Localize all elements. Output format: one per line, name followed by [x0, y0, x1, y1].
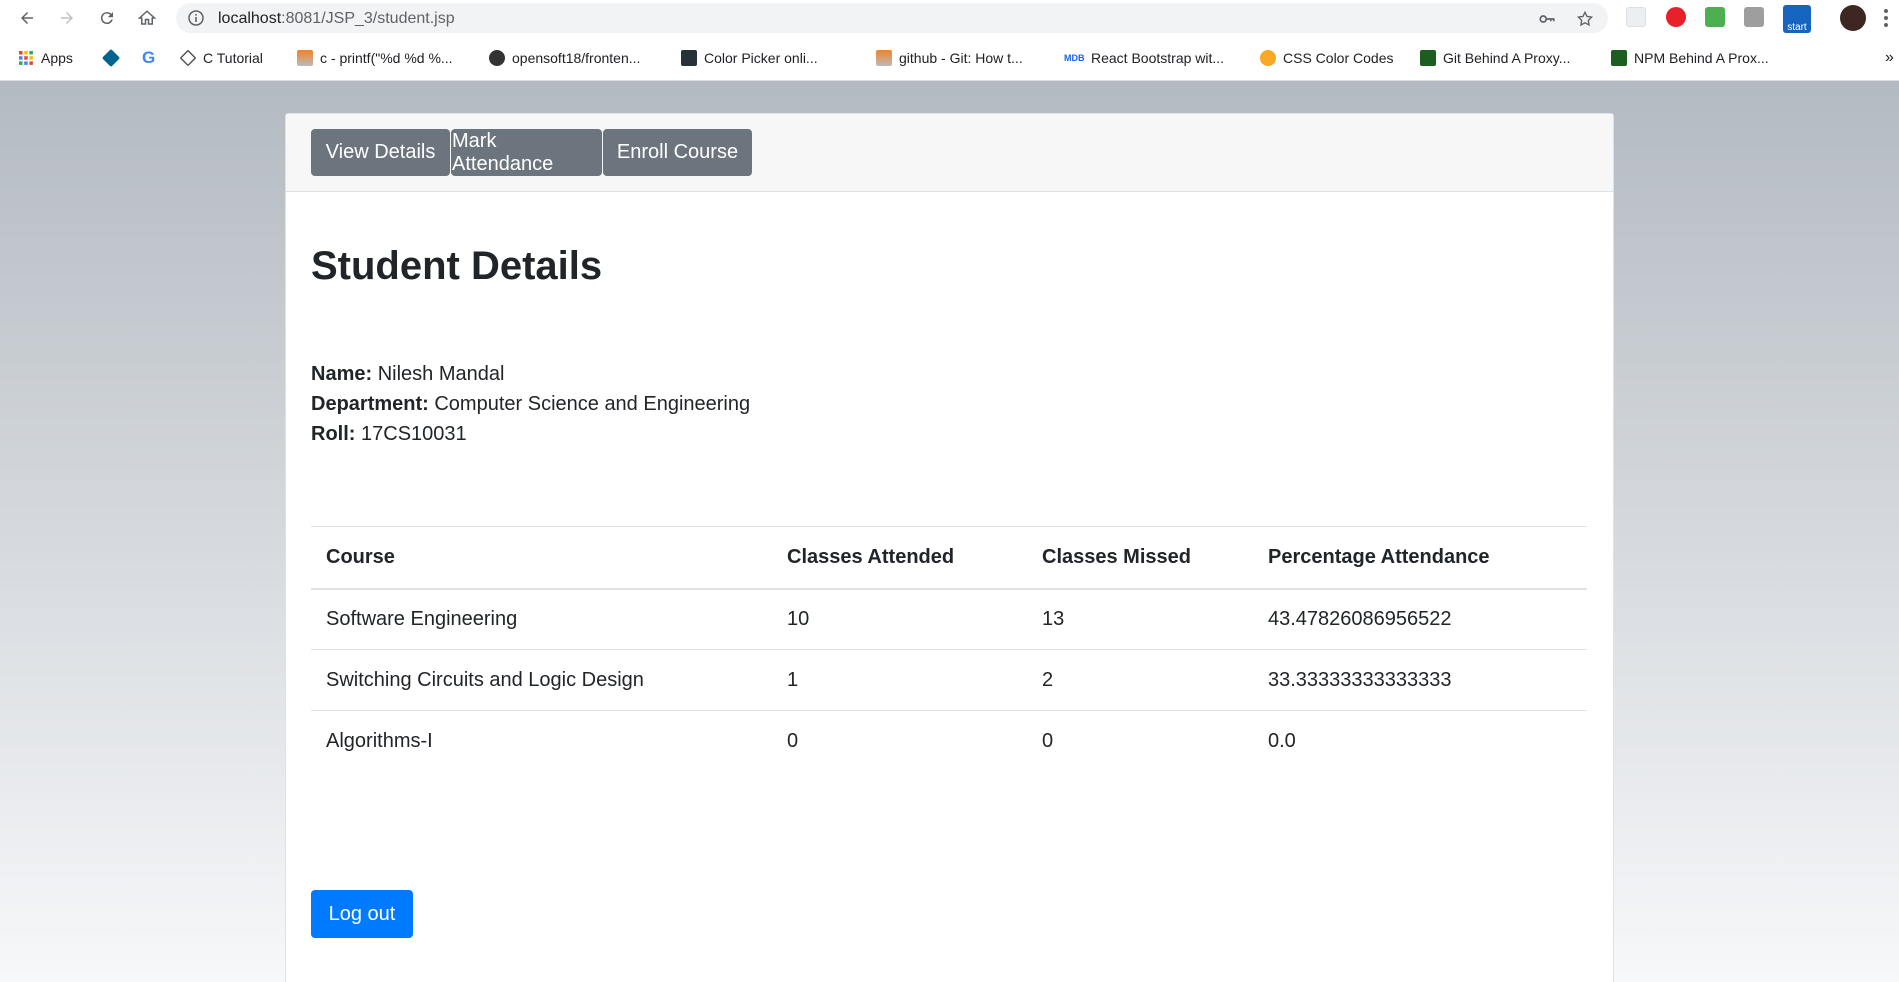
missed-cell: 2 — [1027, 649, 1253, 711]
browser-toolbar: localhost:8081/JSP_3/student.jsp start — [0, 0, 1899, 36]
name-label: Name: — [311, 363, 373, 385]
enroll-course-button[interactable]: Enroll Course — [603, 129, 752, 176]
attended-cell: 10 — [772, 588, 1027, 650]
stackoverflow-icon — [876, 50, 892, 66]
bookmark-label: github - Git: How t... — [899, 50, 1023, 66]
forward-arrow-icon[interactable] — [54, 5, 80, 31]
bookmark-label: c - printf("%d %d %... — [320, 50, 453, 66]
student-roll: 17CS10031 — [361, 423, 467, 445]
bookmark-printf[interactable]: c - printf("%d %d %... — [297, 47, 453, 69]
start-extension-icon[interactable]: start — [1783, 5, 1811, 33]
course-cell: Switching Circuits and Logic Design — [311, 649, 772, 711]
github-icon — [489, 50, 505, 66]
bookmarks-overflow-button[interactable]: » — [1885, 47, 1894, 69]
bookmark-label: React Bootstrap wit... — [1091, 50, 1225, 66]
department-label: Department: — [311, 393, 429, 415]
google-icon: G — [142, 48, 156, 67]
bookmark-label: opensoft18/fronten... — [512, 50, 641, 66]
apps-grid-icon — [19, 51, 33, 65]
mdb-icon: MDB — [1064, 53, 1085, 63]
cube-extension-icon[interactable] — [1744, 7, 1764, 27]
bookmark-color-picker[interactable]: Color Picker onli... — [681, 47, 818, 69]
column-header-percentage: Percentage Attendance — [1253, 526, 1587, 590]
logout-button[interactable]: Log out — [311, 890, 413, 938]
page-background: View Details Mark Attendance Enroll Cour… — [0, 81, 1899, 982]
bookmark-apps[interactable]: Apps — [18, 47, 73, 69]
percentage-cell: 33.33333333333333 — [1253, 649, 1587, 711]
bookmarks-bar: Apps G C Tutorial c - printf("%d %d %...… — [0, 45, 1899, 71]
url-text: localhost:8081/JSP_3/student.jsp — [218, 10, 455, 27]
bookmark-c-tutorial[interactable]: C Tutorial — [179, 47, 263, 69]
info-icon[interactable] — [188, 10, 204, 26]
missed-cell: 0 — [1027, 710, 1253, 772]
bookmark-css-color-codes[interactable]: CSS Color Codes — [1260, 47, 1394, 69]
attended-cell: 1 — [772, 649, 1027, 711]
table-header-row: Course Classes Attended Classes Missed P… — [311, 526, 1587, 590]
percentage-cell: 0.0 — [1253, 710, 1587, 772]
color-picker-icon — [681, 50, 697, 66]
bookmark-label: Git Behind A Proxy... — [1443, 50, 1571, 66]
back-arrow-icon[interactable] — [14, 5, 40, 31]
key-icon[interactable] — [1538, 10, 1556, 28]
course-cell: Algorithms-I — [311, 710, 772, 772]
bookmark-github-git[interactable]: github - Git: How t... — [876, 47, 1023, 69]
page-title: Student Details — [311, 244, 603, 288]
bookmark-opensoft[interactable]: opensoft18/fronten... — [489, 47, 640, 69]
student-name: Nilesh Mandal — [377, 363, 505, 385]
adblock-extension-icon[interactable] — [1666, 7, 1686, 27]
inbox-extension-icon[interactable] — [1705, 7, 1725, 27]
bookmark-label: CSS Color Codes — [1283, 50, 1394, 66]
stackoverflow-icon — [297, 50, 313, 66]
overflow-chevron-icon: » — [1885, 49, 1894, 66]
bookmark-label: Apps — [41, 50, 73, 66]
missed-cell: 13 — [1027, 588, 1253, 650]
table-row: Switching Circuits and Logic Design 1 2 … — [311, 649, 1587, 711]
mark-attendance-button[interactable]: Mark Attendance — [451, 129, 602, 176]
bookmark-git-proxy[interactable]: Git Behind A Proxy... — [1420, 47, 1570, 69]
bookmark-npm-proxy[interactable]: NPM Behind A Prox... — [1611, 47, 1769, 69]
student-name-line: Name: Nilesh Mandal — [311, 363, 504, 386]
dominos-icon — [101, 48, 121, 68]
view-details-button[interactable]: View Details — [311, 129, 450, 176]
bookmark-label: Color Picker onli... — [704, 50, 818, 66]
roll-label: Roll: — [311, 423, 356, 445]
bookmark-label: NPM Behind A Prox... — [1634, 50, 1769, 66]
bookmark-dominos[interactable] — [101, 47, 121, 69]
student-roll-line: Roll: 17CS10031 — [311, 423, 467, 446]
browser-chrome: localhost:8081/JSP_3/student.jsp start A… — [0, 0, 1899, 81]
avatar[interactable] — [1840, 5, 1866, 31]
course-cell: Software Engineering — [311, 588, 772, 650]
c-tutorial-icon — [179, 49, 197, 67]
percentage-cell: 43.47826086956522 — [1253, 588, 1587, 650]
column-header-course: Course — [311, 526, 772, 590]
extension-blank-icon[interactable] — [1626, 7, 1646, 27]
more-menu-icon[interactable] — [1884, 9, 1888, 27]
student-department-line: Department: Computer Science and Enginee… — [311, 393, 750, 416]
attended-cell: 0 — [772, 710, 1027, 772]
student-card: View Details Mark Attendance Enroll Cour… — [285, 113, 1614, 982]
terminal-icon — [1420, 50, 1436, 66]
bookmark-react-bootstrap[interactable]: MDB React Bootstrap wit... — [1064, 47, 1224, 69]
css-color-icon — [1260, 50, 1276, 66]
reload-icon[interactable] — [94, 5, 120, 31]
star-icon[interactable] — [1576, 10, 1594, 28]
card-header: View Details Mark Attendance Enroll Cour… — [286, 114, 1613, 192]
home-icon[interactable] — [134, 5, 160, 31]
table-row: Algorithms-I 0 0 0.0 — [311, 710, 1587, 772]
bookmark-label: C Tutorial — [203, 50, 263, 66]
address-bar[interactable]: localhost:8081/JSP_3/student.jsp — [176, 3, 1608, 33]
terminal-icon — [1611, 50, 1627, 66]
column-header-missed: Classes Missed — [1027, 526, 1253, 590]
bookmark-google[interactable]: G — [142, 47, 155, 69]
table-row: Software Engineering 10 13 43.4782608695… — [311, 588, 1587, 650]
nav-button-group: View Details Mark Attendance Enroll Cour… — [311, 129, 752, 176]
column-header-attended: Classes Attended — [772, 526, 1027, 590]
attendance-table: Course Classes Attended Classes Missed P… — [311, 526, 1587, 772]
student-department: Computer Science and Engineering — [434, 393, 751, 415]
